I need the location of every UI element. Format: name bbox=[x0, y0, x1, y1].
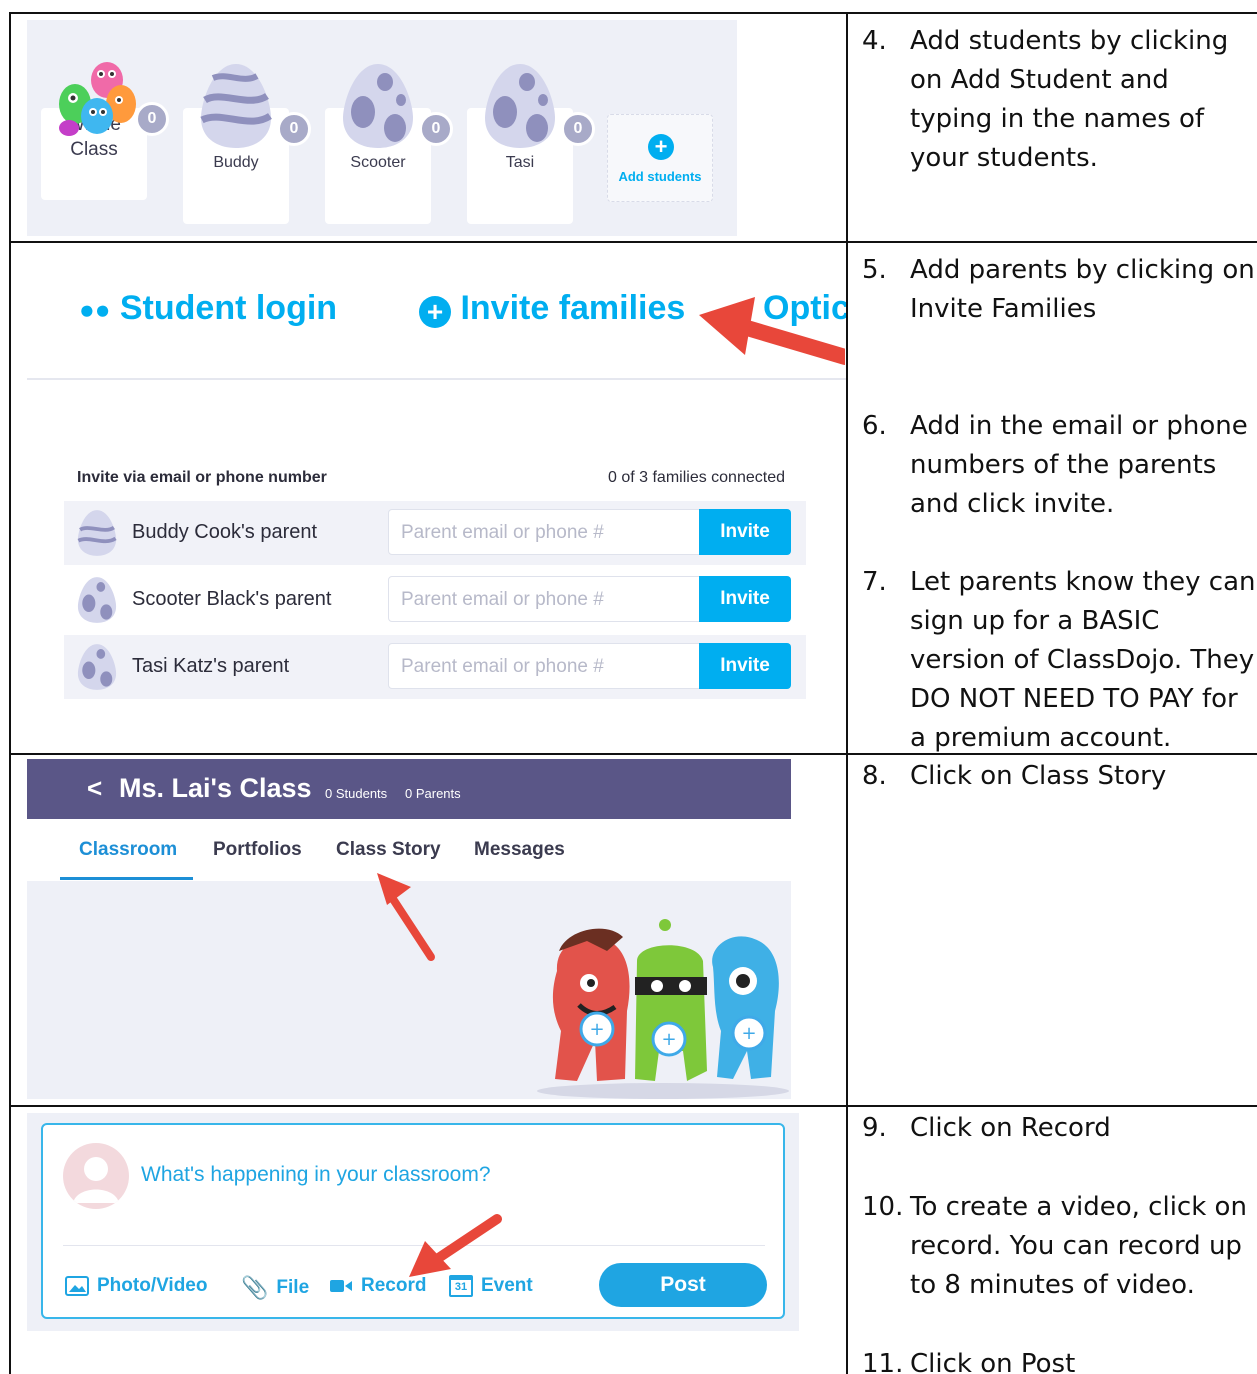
invite-button[interactable]: Invite bbox=[699, 643, 791, 689]
tab-portfolios[interactable]: Portfolios bbox=[213, 839, 302, 861]
instruction-step: 7. Let parents know they can sign up for… bbox=[862, 567, 1256, 753]
class-page-screenshot: < Ms. Lai's Class 0 Students 0 Parents C… bbox=[11, 755, 846, 1105]
students-screenshot: Whole Class 0 Buddy 0 bbox=[11, 14, 846, 241]
plus-circle-icon: + bbox=[648, 134, 674, 160]
parents-count: 0 Parents bbox=[405, 786, 461, 801]
points-badge: 0 bbox=[135, 102, 169, 136]
instruction-step: 4. Add students by clicking on Add Stude… bbox=[862, 26, 1229, 173]
paperclip-icon: 📎 bbox=[241, 1275, 269, 1300]
invite-button[interactable]: Invite bbox=[699, 576, 791, 622]
instruction-cell-1: 4. Add students by clicking on Add Stude… bbox=[848, 14, 1257, 241]
egg-wavy-icon bbox=[77, 510, 117, 556]
egg-spotted-icon bbox=[485, 64, 555, 148]
parent-name: Scooter Black's parent bbox=[132, 588, 332, 610]
student-name: Tasi bbox=[505, 154, 535, 171]
egg-spotted-icon bbox=[77, 577, 117, 623]
instruction-cell-2: 5. Add parents by clicking on Invite Fam… bbox=[848, 243, 1257, 753]
instruction-step: 5. Add parents by clicking on Invite Fam… bbox=[862, 255, 1255, 324]
photo-video-button[interactable]: Photo/Video bbox=[65, 1275, 207, 1297]
video-camera-icon bbox=[330, 1280, 352, 1292]
instruction-step: 9. Click on Record bbox=[862, 1113, 1111, 1143]
plus-circle-icon: + bbox=[419, 296, 451, 328]
tab-class-story[interactable]: Class Story bbox=[336, 839, 441, 861]
invite-row: Scooter Black's parent Parent email or p… bbox=[64, 568, 806, 632]
invite-heading: Invite via email or phone number bbox=[77, 469, 327, 486]
points-badge: 0 bbox=[561, 112, 595, 146]
tabs-divider bbox=[27, 378, 846, 380]
instruction-step: 6. Add in the email or phone numbers of … bbox=[862, 411, 1248, 519]
post-prompt[interactable]: What's happening in your classroom? bbox=[141, 1163, 491, 1187]
post-button[interactable]: Post bbox=[599, 1263, 767, 1307]
student-group-icon: ●● bbox=[79, 294, 111, 325]
red-arrow-icon bbox=[377, 873, 435, 961]
invite-row: Buddy Cook's parent Parent email or phon… bbox=[64, 501, 806, 565]
parent-contact-input[interactable]: Parent email or phone # bbox=[388, 509, 700, 555]
instruction-cell-3: 8. Click on Class Story bbox=[848, 755, 1257, 1105]
egg-spotted-icon bbox=[343, 64, 413, 148]
image-icon bbox=[65, 1276, 89, 1296]
parent-contact-input[interactable]: Parent email or phone # bbox=[388, 643, 700, 689]
points-badge: 0 bbox=[277, 112, 311, 146]
file-button[interactable]: 📎 File bbox=[241, 1275, 309, 1301]
students-count: 0 Students bbox=[325, 786, 388, 801]
invite-button[interactable]: Invite bbox=[699, 509, 791, 555]
back-chevron-icon[interactable]: < bbox=[87, 773, 102, 804]
invite-families-screenshot: ●● Student login + Invite families Optic… bbox=[11, 243, 846, 753]
svg-text:+: + bbox=[589, 1019, 604, 1040]
parent-contact-input[interactable]: Parent email or phone # bbox=[388, 576, 700, 622]
egg-wavy-icon bbox=[200, 64, 272, 148]
red-arrow-icon bbox=[409, 1214, 502, 1277]
avatar bbox=[63, 1143, 129, 1209]
tab-student-login[interactable]: ●● Student login bbox=[79, 289, 337, 328]
class-header: < Ms. Lai's Class 0 Students 0 Parents bbox=[27, 759, 791, 819]
tab-classroom[interactable]: Classroom bbox=[79, 839, 177, 861]
monsters-group-icon bbox=[59, 62, 136, 136]
svg-text:+: + bbox=[661, 1029, 676, 1050]
invite-row: Tasi Katz's parent Parent email or phone… bbox=[64, 635, 806, 699]
story-composer-screenshot: What's happening in your classroom? Phot… bbox=[11, 1107, 846, 1374]
red-arrow-icon bbox=[699, 297, 845, 365]
egg-spotted-icon bbox=[77, 644, 117, 690]
svg-text:+: + bbox=[741, 1023, 756, 1044]
points-badge: 0 bbox=[419, 112, 453, 146]
instruction-step: 11. Click on Post bbox=[862, 1349, 1076, 1374]
avatar-silhouette-icon bbox=[73, 1157, 119, 1203]
students-panel: Whole Class 0 Buddy 0 bbox=[27, 20, 737, 236]
tab-messages[interactable]: Messages bbox=[474, 839, 565, 861]
add-students-label: Add students bbox=[618, 169, 702, 184]
class-title: Ms. Lai's Class bbox=[119, 773, 312, 803]
student-name: Scooter bbox=[350, 154, 406, 171]
families-connected-count: 0 of 3 families connected bbox=[608, 469, 785, 486]
student-name: Buddy bbox=[213, 154, 259, 171]
add-students-button[interactable]: + Add students bbox=[607, 114, 713, 202]
instruction-step: 10. To create a video, click on record. … bbox=[862, 1192, 1247, 1300]
tab-invite-families[interactable]: + Invite families bbox=[419, 289, 685, 328]
instruction-cell-4: 9. Click on Record 10. To create a video… bbox=[848, 1107, 1257, 1374]
parent-name: Tasi Katz's parent bbox=[132, 655, 290, 677]
parent-name: Buddy Cook's parent bbox=[132, 521, 318, 543]
monsters-illustration-icon: + + + bbox=[537, 919, 789, 1099]
active-tab-indicator bbox=[60, 877, 193, 880]
instruction-step: 8. Click on Class Story bbox=[862, 761, 1167, 791]
